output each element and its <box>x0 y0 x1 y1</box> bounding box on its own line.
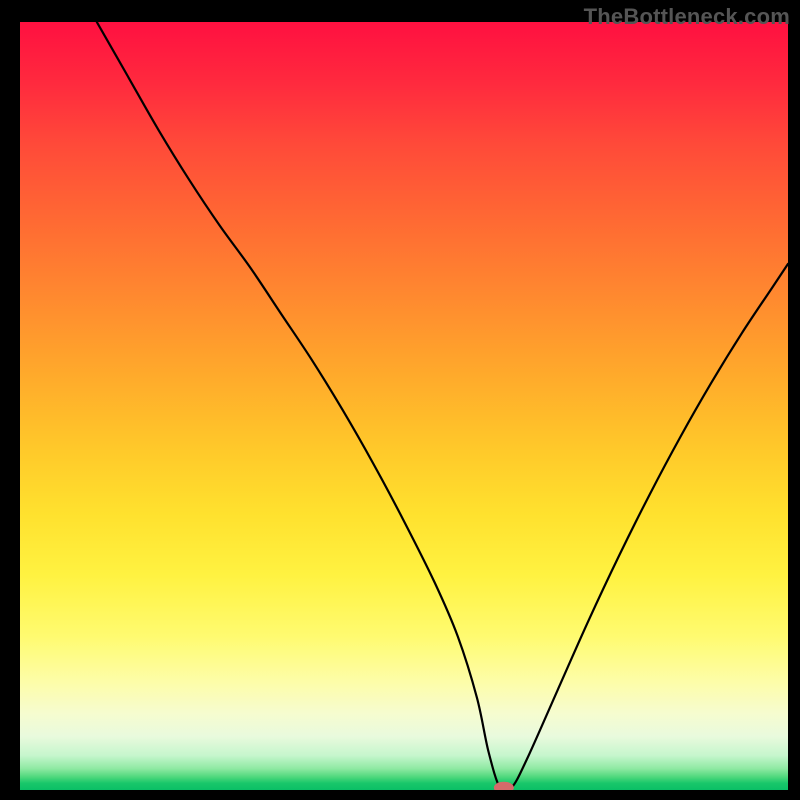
curve-overlay <box>20 22 788 790</box>
bottleneck-curve <box>97 22 788 790</box>
plot-area <box>20 22 788 790</box>
chart-frame: TheBottleneck.com <box>0 0 800 800</box>
watermark-text: TheBottleneck.com <box>584 4 790 30</box>
